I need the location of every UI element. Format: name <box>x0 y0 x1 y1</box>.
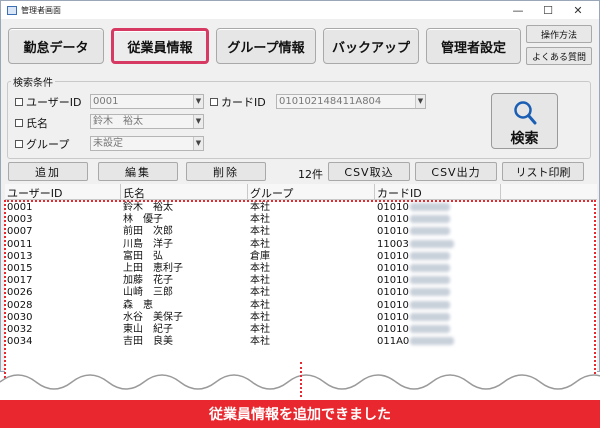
column-divider[interactable] <box>247 184 248 200</box>
column-header-group[interactable]: グループ <box>250 185 293 201</box>
record-count: 12件 <box>298 168 323 181</box>
name-value: 鈴木 裕太 <box>93 116 143 127</box>
column-divider[interactable] <box>374 184 375 200</box>
name-select[interactable]: 鈴木 裕太 ▼ <box>90 114 204 129</box>
search-icon <box>514 101 537 125</box>
name-checkbox[interactable] <box>15 119 23 127</box>
card-id-select[interactable]: 010102148411A804 ▼ <box>276 94 426 109</box>
search-conditions-legend: 検索条件 <box>11 74 55 89</box>
csv-import-button[interactable]: CSV取込 <box>328 162 410 181</box>
callout-connector <box>300 362 302 397</box>
maximize-button[interactable]: ☐ <box>533 1 563 19</box>
manual-button[interactable]: 操作方法 <box>526 25 592 43</box>
group-checkbox[interactable] <box>15 140 23 148</box>
user-id-checkbox[interactable] <box>15 98 23 106</box>
group-value: 未設定 <box>93 138 123 149</box>
backup-button[interactable]: バックアップ <box>323 28 419 64</box>
search-button-label: 検索 <box>510 131 539 147</box>
column-header-name[interactable]: 氏名 <box>123 185 145 201</box>
chevron-down-icon: ▼ <box>193 115 203 128</box>
card-id-checkbox[interactable] <box>210 98 218 106</box>
app-icon <box>7 5 17 15</box>
card-id-label: カードID <box>221 96 266 109</box>
column-header-card-id[interactable]: カードID <box>377 185 422 201</box>
edit-button[interactable]: 編集 <box>98 162 178 181</box>
employee-info-button[interactable]: 従業員情報 <box>111 28 209 64</box>
chevron-down-icon: ▼ <box>193 137 203 150</box>
delete-button[interactable]: 削除 <box>186 162 266 181</box>
user-id-select[interactable]: 0001 ▼ <box>90 94 204 109</box>
name-label: 氏名 <box>26 117 48 130</box>
csv-export-button[interactable]: CSV出力 <box>415 162 497 181</box>
close-button[interactable]: ✕ <box>563 1 593 19</box>
window-title: 管理者画面 <box>21 5 61 15</box>
column-header-user-id[interactable]: ユーザーID <box>7 185 63 201</box>
search-button[interactable]: 検索 <box>491 93 558 149</box>
minimize-button[interactable]: — <box>503 1 533 19</box>
column-divider[interactable] <box>120 184 121 200</box>
table-header: ユーザーID 氏名 グループ カードID <box>5 184 597 200</box>
attendance-data-button[interactable]: 勤怠データ <box>8 28 104 64</box>
table-highlight-frame <box>4 200 596 382</box>
user-id-value: 0001 <box>93 96 119 107</box>
admin-settings-button[interactable]: 管理者設定 <box>426 28 521 64</box>
faq-button[interactable]: よくある質問 <box>526 47 592 65</box>
card-id-value: 010102148411A804 <box>279 96 382 107</box>
group-info-button[interactable]: グループ情報 <box>216 28 316 64</box>
chevron-down-icon: ▼ <box>193 95 203 108</box>
column-divider[interactable] <box>500 184 501 200</box>
add-button[interactable]: 追加 <box>8 162 88 181</box>
chevron-down-icon: ▼ <box>415 95 425 108</box>
success-banner: 従業員情報を追加できました <box>0 400 600 428</box>
list-print-button[interactable]: リスト印刷 <box>502 162 584 181</box>
user-id-label: ユーザーID <box>26 96 82 109</box>
group-label: グループ <box>26 138 70 151</box>
group-select[interactable]: 未設定 ▼ <box>90 136 204 151</box>
